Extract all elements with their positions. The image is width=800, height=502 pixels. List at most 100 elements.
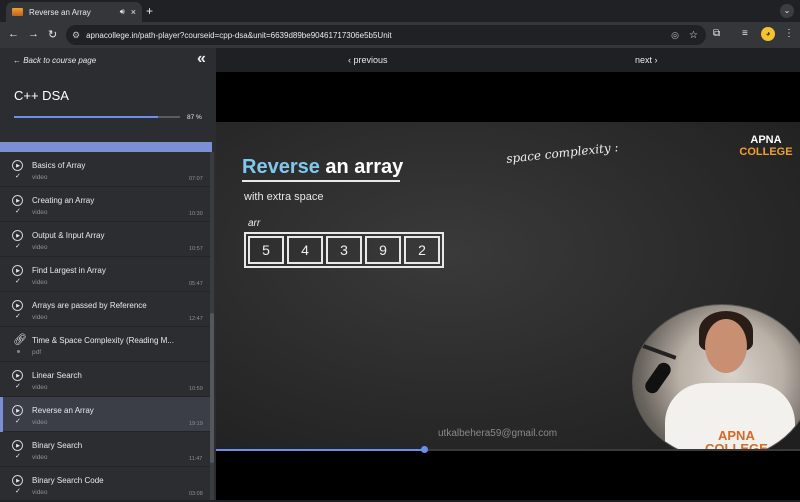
course-title: C++ DSA (14, 88, 69, 103)
player-area: ‹ previous next › Reverse an array with … (216, 48, 800, 500)
play-circle-icon: ▶ (12, 160, 23, 171)
previous-button[interactable]: ‹ previous (348, 55, 388, 65)
close-tab-icon[interactable]: × (131, 7, 136, 17)
shirt-logo: APNA COLLEGE (705, 428, 768, 450)
lesson-item[interactable]: ▶ ✓ Arrays are passed by Reference video 12:… (0, 292, 210, 327)
reload-button[interactable]: ↻ (48, 28, 57, 41)
lesson-type: video (32, 419, 48, 426)
back-button[interactable]: ← (8, 28, 19, 40)
array-cell: 5 (248, 236, 284, 264)
lesson-duration: 10:30 (189, 211, 203, 217)
play-circle-icon: ▶ (12, 475, 23, 486)
handwritten-note: space complexity : (505, 140, 620, 166)
play-circle-icon: ▶ (12, 195, 23, 206)
lesson-duration: 03:08 (189, 491, 203, 497)
address-bar[interactable]: ⚙︎ apnacollege.in/path-player?courseid=c… (66, 25, 706, 45)
play-circle-icon: ▶ (12, 300, 23, 311)
microphone (642, 360, 674, 396)
check-icon: ✓ (15, 278, 21, 285)
array-cell: 4 (287, 236, 323, 264)
browser-tabstrip: Reverse an Array 🔊︎ × + ⌄ (0, 0, 800, 22)
collapse-sidebar-icon[interactable]: « (197, 50, 206, 68)
browser-toolbar: ← → ↻ ⚙︎ apnacollege.in/path-player?cour… (0, 22, 800, 48)
lesson-item[interactable]: ▶ ✓ Output & Input Array video 10:57 (0, 222, 210, 257)
check-icon: ✓ (15, 313, 21, 320)
lesson-name: Time & Space Complexity (Reading M... (32, 336, 174, 345)
video-seek-bar[interactable] (216, 449, 800, 451)
slide-title: Reverse an array (242, 156, 403, 179)
slide-title-word-1: Reverse (242, 156, 320, 178)
lesson-duration: 05:47 (189, 281, 203, 287)
extensions-icon[interactable]: ⧉ (713, 28, 720, 39)
lesson-type: video (32, 454, 48, 461)
check-icon: ✓ (15, 453, 21, 460)
lesson-item[interactable]: ▶ ✓ Find Largest in Array video 05:47 (0, 257, 210, 292)
lesson-name: Linear Search (32, 371, 82, 380)
video-seek-handle[interactable] (420, 446, 428, 453)
lesson-duration: 10:57 (189, 246, 203, 252)
lesson-item[interactable]: ▶ ✓ Creating an Array video 10:30 (0, 187, 210, 222)
lesson-item[interactable]: ▶ ✓ Basics of Array video 07:07 (0, 152, 210, 187)
apna-college-logo: APNA COLLEGE (739, 134, 793, 158)
back-to-course-link[interactable]: ← Back to course page (13, 56, 96, 65)
lesson-list: ▶ ✓ Basics of Array video 07:07 ▶ ✓ Creating an… (0, 152, 210, 502)
instructor-webcam: APNA COLLEGE (632, 304, 800, 450)
tab-search-button[interactable]: ⌄ (780, 4, 794, 18)
play-circle-icon: ▶ (12, 265, 23, 276)
lesson-name: Find Largest in Array (32, 266, 106, 275)
next-button[interactable]: next › (635, 55, 658, 65)
site-info-icon[interactable]: ⚙︎ (72, 30, 80, 41)
eye-off-icon[interactable]: ◎ (671, 30, 679, 41)
array-diagram: 5 4 3 9 2 (244, 232, 444, 268)
url-text[interactable]: apnacollege.in/path-player?courseid=cpp-… (86, 31, 671, 40)
speaker-icon[interactable]: 🔊︎ (120, 7, 125, 17)
video-seek-fill (216, 449, 424, 451)
check-icon: ✓ (15, 488, 21, 495)
course-progress-fill (14, 116, 159, 118)
lesson-duration: 12:47 (189, 316, 203, 322)
lesson-name: Reverse an Array (32, 406, 94, 415)
lesson-item[interactable]: ▶ ✓ Binary Search Code video 03:08 (0, 467, 210, 502)
new-tab-button[interactable]: + (146, 4, 153, 18)
lesson-name: Arrays are passed by Reference (32, 301, 147, 310)
course-sidebar: ← Back to course page « C++ DSA 87 % ▶ ✓ B… (0, 48, 216, 502)
course-progress-label: 87 % (187, 114, 202, 121)
array-label: arr (248, 218, 261, 229)
section-header-bar (0, 142, 212, 152)
video-frame[interactable]: Reverse an array with extra space arr 5 … (216, 122, 800, 450)
slide-title-underline (242, 180, 400, 182)
lesson-item[interactable]: ▶ ✓ Binary Search video 11:47 (0, 432, 210, 467)
lesson-type: video (32, 244, 48, 251)
profile-avatar[interactable]: ◕ (761, 27, 775, 41)
media-control-icon[interactable]: ≡ (742, 28, 748, 39)
menu-icon[interactable]: ⋮ (784, 28, 794, 39)
lesson-name: Binary Search Code (32, 476, 104, 485)
play-circle-icon: ▶ (12, 405, 23, 416)
browser-tab[interactable]: Reverse an Array 🔊︎ × (6, 2, 142, 22)
array-cell: 9 (365, 236, 401, 264)
lesson-item[interactable]: ▶ ✓ Linear Search video 10:59 (0, 362, 210, 397)
tab-title: Reverse an Array (29, 7, 91, 17)
bookmark-star-icon[interactable]: ☆ (689, 30, 698, 41)
check-icon: ✓ (15, 208, 21, 215)
lesson-item[interactable]: ▶ ✓ Reverse an Array video 19:19 (0, 397, 210, 432)
slide-subtitle: with extra space (244, 191, 324, 203)
lesson-type: video (32, 279, 48, 286)
check-icon: ✓ (15, 173, 21, 180)
play-circle-icon: ▶ (12, 370, 23, 381)
lesson-duration: 19:19 (189, 421, 203, 427)
email-watermark: utkalbehera59@gmail.com (438, 428, 558, 439)
forward-button[interactable]: → (28, 28, 39, 40)
lesson-duration: 07:07 (189, 176, 203, 182)
lesson-type: video (32, 489, 48, 496)
play-circle-icon: ▶ (12, 440, 23, 451)
lesson-type: video (32, 174, 48, 181)
lesson-item[interactable]: 🔗︎ Time & Space Complexity (Reading M... p… (0, 327, 210, 362)
sidebar-scroll-thumb[interactable] (210, 313, 214, 463)
favicon-icon (12, 8, 23, 16)
check-icon: ✓ (15, 418, 21, 425)
slide-title-word-2: an array (319, 156, 404, 178)
lesson-duration: 10:59 (189, 386, 203, 392)
lesson-name: Creating an Array (32, 196, 95, 205)
array-cell: 3 (326, 236, 362, 264)
